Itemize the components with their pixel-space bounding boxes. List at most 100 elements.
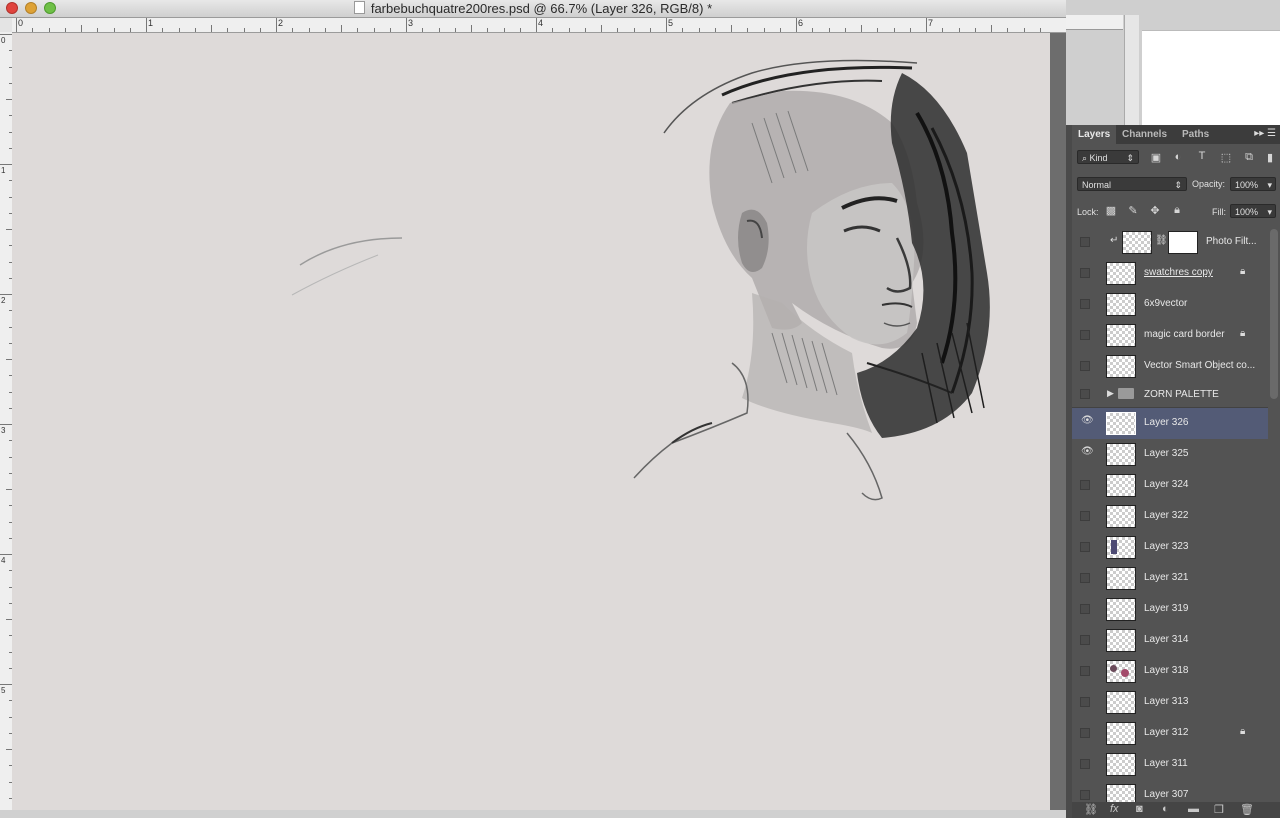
layer-thumbnail[interactable] [1106, 536, 1136, 559]
layer-thumbnail[interactable] [1106, 598, 1136, 621]
layer-row[interactable]: Layer 312 🔒︎ [1072, 718, 1268, 750]
layer-thumbnail[interactable] [1106, 355, 1136, 378]
layer-row[interactable]: 👁︎ Layer 325 [1072, 439, 1268, 471]
visibility-toggle[interactable] [1080, 759, 1090, 769]
ruler-tick [617, 28, 619, 32]
layer-thumbnail[interactable] [1106, 324, 1136, 347]
layer-row[interactable]: Layer 321 [1072, 563, 1268, 595]
layer-thumbnail[interactable] [1106, 722, 1136, 745]
lock-brush-icon[interactable]: ✎ [1125, 204, 1141, 217]
eye-icon[interactable]: 👁︎ [1081, 446, 1094, 457]
layer-row[interactable]: Layer 323 [1072, 532, 1268, 564]
disclosure-arrow-icon[interactable]: ▶ [1107, 388, 1114, 399]
visibility-toggle[interactable] [1080, 268, 1090, 278]
layer-thumbnail[interactable] [1106, 691, 1136, 714]
visibility-toggle[interactable] [1080, 389, 1090, 399]
layer-row[interactable]: Vector Smart Object co... [1072, 351, 1268, 383]
layer-row[interactable]: 👁︎ Layer 326 [1072, 408, 1268, 440]
visibility-toggle[interactable] [1080, 790, 1090, 800]
layer-thumbnail[interactable] [1106, 567, 1136, 590]
layer-row[interactable]: Layer 314 [1072, 625, 1268, 657]
link-icon[interactable]: ⛓ [1155, 235, 1168, 246]
visibility-toggle[interactable] [1080, 573, 1090, 583]
filter-kind-select[interactable]: ⌕ Kind ⇕ [1077, 150, 1139, 164]
visibility-toggle[interactable] [1080, 697, 1090, 707]
lock-transparency-icon[interactable]: ▩ [1103, 204, 1119, 217]
folder-icon [1118, 388, 1134, 399]
blend-mode-select[interactable]: Normal ⇕ [1077, 177, 1187, 191]
layer-thumbnail[interactable] [1106, 660, 1136, 683]
visibility-toggle[interactable] [1080, 635, 1090, 645]
visibility-toggle[interactable] [1080, 299, 1090, 309]
layer-row[interactable]: Layer 318 [1072, 656, 1268, 688]
visibility-toggle[interactable] [1080, 237, 1090, 247]
link-layers-icon[interactable]: ⛓ [1084, 803, 1098, 816]
layer-thumbnail[interactable] [1106, 474, 1136, 497]
ruler-tick [714, 28, 716, 32]
filter-toggle-icon[interactable]: ▮ [1262, 151, 1278, 164]
visibility-toggle[interactable] [1080, 728, 1090, 738]
title-bar[interactable]: farbebuchquatre200res.psd @ 66.7% (Layer… [0, 0, 1066, 18]
filter-shape-icon[interactable]: ⬚ [1218, 151, 1234, 164]
filter-pixel-icon[interactable]: ▣ [1148, 151, 1164, 164]
lock-all-icon[interactable]: 🔒︎ [1169, 204, 1185, 217]
adjustment-layer-icon[interactable]: ◐ [1162, 803, 1169, 815]
visibility-toggle[interactable] [1080, 361, 1090, 371]
visibility-toggle[interactable] [1080, 604, 1090, 614]
visibility-toggle[interactable] [1080, 666, 1090, 676]
add-mask-icon[interactable]: ◙ [1136, 803, 1143, 815]
fx-icon[interactable]: fx [1110, 803, 1119, 815]
layer-thumbnail[interactable] [1106, 412, 1136, 435]
filter-smart-object-icon[interactable]: ⧉ [1241, 151, 1257, 164]
trash-icon[interactable]: 🗑︎ [1240, 803, 1254, 816]
filter-type-icon[interactable]: T [1194, 150, 1210, 162]
layer-row[interactable]: swatchres copy 🔒︎ [1072, 258, 1268, 290]
fill-input[interactable]: 100% ▾ [1230, 204, 1276, 218]
visibility-toggle[interactable] [1080, 330, 1090, 340]
layer-thumbnail[interactable] [1106, 505, 1136, 528]
layer-group-row[interactable]: ▶ ZORN PALETTE [1072, 382, 1268, 408]
filter-adjustment-icon[interactable]: ◐ [1170, 151, 1186, 163]
layer-row[interactable]: Layer 313 [1072, 687, 1268, 719]
ruler-tick [324, 28, 326, 32]
tab-layers[interactable]: Layers [1072, 125, 1117, 144]
background-scrollbar[interactable] [1124, 15, 1139, 125]
ruler-tick [877, 28, 879, 32]
ruler-tick [974, 28, 976, 32]
layer-list[interactable]: ↵ ⛓ Photo Filt... swatchres copy 🔒︎ 6x9v… [1072, 227, 1268, 807]
layer-name: magic card border [1144, 329, 1225, 340]
visibility-toggle[interactable] [1080, 511, 1090, 521]
lock-position-icon[interactable]: ✥ [1147, 204, 1163, 217]
layer-row[interactable]: magic card border 🔒︎ [1072, 320, 1268, 352]
new-group-icon[interactable]: ▬ [1188, 803, 1199, 815]
ruler-tick [373, 28, 375, 32]
layer-thumbnail[interactable] [1106, 443, 1136, 466]
layer-row[interactable]: 6x9vector [1072, 289, 1268, 321]
opacity-input[interactable]: 100% ▾ [1230, 177, 1276, 191]
new-layer-icon[interactable]: ❐ [1214, 803, 1224, 816]
layer-row[interactable]: Layer 322 [1072, 501, 1268, 533]
layer-name: Layer 321 [1144, 572, 1189, 583]
visibility-toggle[interactable] [1080, 480, 1090, 490]
layer-mask-thumbnail[interactable] [1168, 231, 1198, 254]
layer-thumbnail[interactable] [1106, 753, 1136, 776]
tab-channels[interactable]: Channels [1116, 125, 1173, 144]
layer-row[interactable]: ↵ ⛓ Photo Filt... [1072, 227, 1268, 259]
canvas[interactable] [12, 33, 1050, 813]
layers-scrollbar[interactable] [1270, 229, 1278, 399]
visibility-toggle[interactable] [1080, 542, 1090, 552]
layer-row[interactable]: Layer 319 [1072, 594, 1268, 626]
layer-name: swatchres copy [1144, 267, 1213, 278]
layer-thumbnail[interactable] [1106, 629, 1136, 652]
layer-thumbnail[interactable] [1106, 262, 1136, 285]
ruler-tick [64, 28, 66, 32]
eye-icon[interactable]: 👁︎ [1081, 415, 1094, 426]
layer-name: ZORN PALETTE [1144, 389, 1219, 400]
layer-row[interactable]: Layer 311 [1072, 749, 1268, 781]
layer-row[interactable]: Layer 324 [1072, 470, 1268, 502]
panel-menu-icon[interactable]: ▸▸ ☰ [1254, 128, 1276, 139]
horizontal-ruler[interactable]: 0 1 2 3 4 5 6 7 [12, 18, 1066, 33]
layer-thumbnail[interactable] [1106, 293, 1136, 316]
layer-thumbnail[interactable] [1122, 231, 1152, 254]
tab-paths[interactable]: Paths [1176, 125, 1215, 144]
